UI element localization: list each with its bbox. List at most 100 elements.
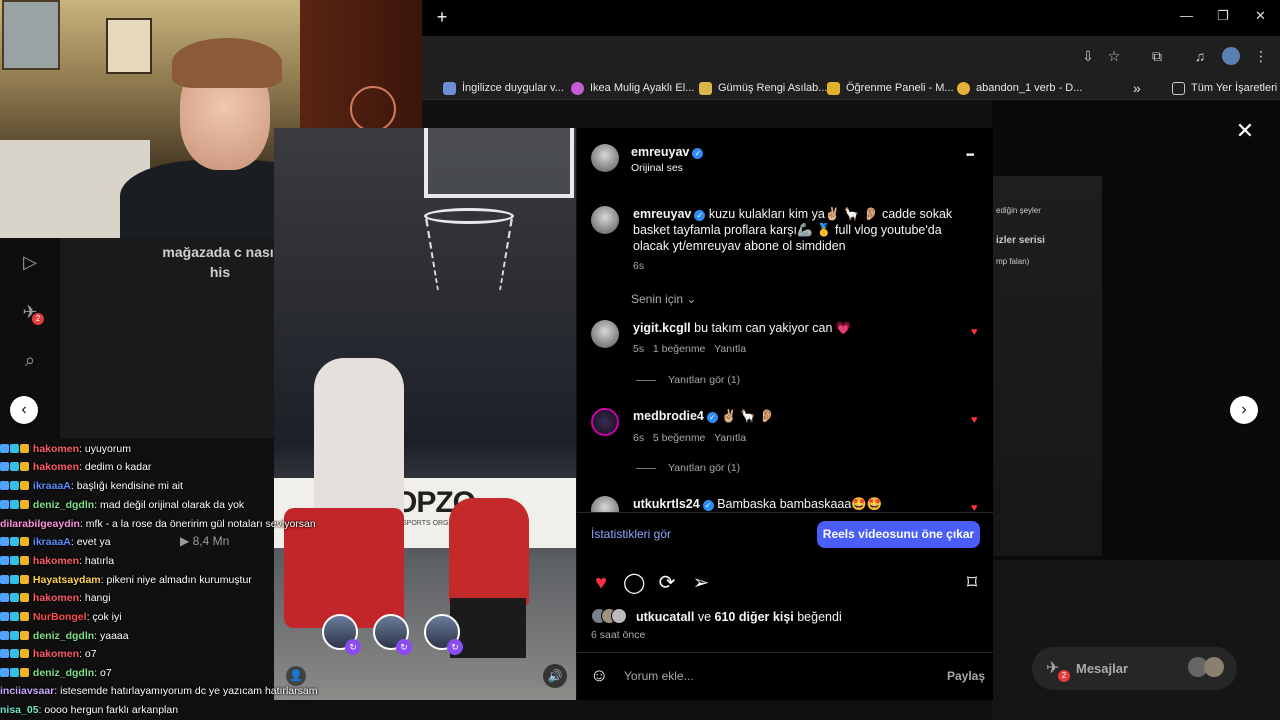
commenter-avatar[interactable] [591, 496, 619, 512]
author-name[interactable]: emreuyav ✓ [631, 144, 704, 160]
comment-sort-dropdown[interactable]: Senin için ⌄ [631, 292, 696, 306]
commenter-avatar[interactable] [591, 320, 619, 348]
chat-username[interactable]: ikraaaA [33, 480, 71, 492]
chat-message: hakomen: o7 [0, 645, 97, 663]
chat-badge-icon [10, 537, 19, 546]
extensions-icon[interactable]: ⧉ [1148, 47, 1166, 65]
previous-reel-button[interactable]: ‹ [10, 396, 38, 424]
share-send-icon[interactable]: ➢ [690, 572, 712, 594]
chat-username[interactable]: deniz_dgdln [33, 499, 94, 511]
bookmark-item[interactable]: Gümüş Rengi Asılab... [699, 80, 827, 96]
next-reel-button[interactable]: › [1230, 396, 1258, 424]
chat-message: dilarabilgeaydin: mfk - a la rose da öne… [0, 515, 316, 533]
restore-button[interactable]: ❐ [1217, 8, 1229, 24]
chat-badge-icon [0, 649, 9, 658]
sidebar-badge: 2 [32, 313, 44, 325]
all-bookmarks-button[interactable]: Tüm Yer İşaretleri [1172, 80, 1277, 96]
chat-username[interactable]: dilarabilgeaydin [0, 518, 80, 530]
emoji-picker-icon[interactable]: ☺ [590, 665, 610, 685]
folder-icon [1172, 81, 1185, 95]
chat-text: : dedim o kadar [79, 461, 152, 473]
bookmark-star-icon[interactable]: ☆ [1105, 47, 1123, 65]
chat-text: : oooo hergun farklı arkanplan [38, 704, 179, 716]
view-replies-button[interactable]: Yanıtları gör (1) [636, 462, 740, 474]
profile-avatar[interactable] [1222, 47, 1240, 65]
like-comment-icon[interactable]: ♥ [971, 414, 978, 426]
comment: utkukrtls24 ✓ Bambaska bambaskaaa🤩🤩 [633, 497, 883, 511]
chat-username[interactable]: ikraaaA [33, 536, 71, 548]
chat-badge-icon [20, 575, 29, 584]
chat-text: : istesemde hatırlayamıyorum dc ye yazıc… [54, 685, 318, 697]
chat-username[interactable]: deniz_dgdln [33, 667, 94, 679]
commenter-avatar[interactable] [591, 408, 619, 436]
comment-meta: 6s 5 beğenme Yanıtla [633, 432, 747, 444]
volume-icon[interactable]: 🔊 [543, 664, 567, 688]
chat-badge-icon [0, 612, 9, 621]
chat-username[interactable]: nisa_05 [0, 704, 39, 716]
like-heart-icon[interactable]: ♥ [590, 572, 612, 594]
chat-text: : çok iyi [86, 611, 122, 623]
boost-reel-button[interactable]: Reels videosunu öne çıkar [817, 521, 980, 548]
chat-username[interactable]: NurBongel [33, 611, 87, 623]
comment-input[interactable]: Yorum ekle... [624, 669, 694, 683]
save-bookmark-icon[interactable]: ⌑ [961, 572, 983, 594]
media-control-icon[interactable]: ♫ [1191, 47, 1209, 65]
menu-kebab-icon[interactable]: ⋮ [1252, 47, 1270, 65]
comment-bubble-icon[interactable]: ◯ [623, 572, 645, 594]
messages-badge: 2 [1058, 670, 1070, 682]
divider [577, 652, 993, 653]
chat-text: : pikeni niye almadın kurumuştur [100, 574, 252, 586]
background-reel-caption: mağazada c nasıl his [162, 244, 278, 280]
chat-username[interactable]: hakomen [33, 648, 79, 660]
view-replies-button[interactable]: Yanıtları gör (1) [636, 374, 740, 386]
author-avatar[interactable] [591, 144, 619, 172]
minimize-button[interactable]: — [1180, 8, 1193, 23]
bookmark-favicon-icon [571, 81, 584, 95]
repost-icon[interactable]: ⟳ [656, 572, 678, 594]
chat-message: Hayatsaydam: pikeni niye almadın kurumuş… [0, 571, 252, 589]
chat-username[interactable]: hakomen [33, 461, 79, 473]
like-comment-icon[interactable]: ♥ [971, 326, 978, 338]
chat-username[interactable]: inciiavsaar [0, 685, 54, 697]
caption-time: 6s [633, 260, 645, 272]
chevron-down-icon: ⌄ [686, 292, 697, 306]
chat-message: deniz_dgdln: mad değil orijinal olarak d… [0, 496, 244, 514]
bookmark-item[interactable]: Öğrenme Paneli - M... [827, 80, 954, 96]
bookmarks-more-button[interactable]: » [1133, 80, 1141, 96]
more-options-icon[interactable]: ••• [966, 150, 974, 161]
search-icon[interactable]: ⌕ [18, 348, 42, 372]
chat-message: ikraaaA: başlığı kendisine mi ait [0, 477, 183, 495]
audio-label[interactable]: Orijinal ses [631, 162, 683, 174]
liked-by[interactable]: utkucatall ve 610 diğer kişi beğendi [636, 609, 842, 625]
messages-label: Mesajlar [1076, 661, 1129, 676]
chat-badge-icon [0, 500, 9, 509]
chat-username[interactable]: hakomen [33, 592, 79, 604]
chat-message: inciiavsaar: istesemde hatırlayamıyorum … [0, 682, 317, 700]
chat-text: : evet ya [70, 536, 111, 548]
comment: yigit.kcgll bu takım can yakiyor can 💗 [633, 321, 852, 335]
background-text: ediğin şeyler [996, 206, 1041, 215]
chat-username[interactable]: hakomen [33, 555, 79, 567]
chat-username[interactable]: Hayatsaydam [33, 574, 101, 586]
close-window-button[interactable]: ✕ [1255, 8, 1266, 24]
post-comment-button[interactable]: Paylaş [947, 669, 985, 683]
install-app-icon[interactable]: ⇩ [1079, 47, 1097, 65]
new-tab-button[interactable]: + [432, 7, 452, 27]
background-text: izler serisi [996, 235, 1045, 246]
bookmark-item[interactable]: İngilizce duygular v... [443, 80, 564, 96]
like-comment-icon[interactable]: ♥ [971, 502, 978, 512]
close-icon[interactable]: ✕ [1234, 120, 1256, 142]
chat-badge-icon [10, 575, 19, 584]
reels-icon[interactable]: ▷ [18, 250, 42, 274]
chat-username[interactable]: deniz_dgdln [33, 630, 94, 642]
post-time: 6 saat önce [591, 629, 646, 641]
chat-username[interactable]: hakomen [33, 443, 79, 455]
bookmark-item[interactable]: Ikea Mulig Ayaklı El... [571, 80, 694, 96]
chat-badge-icon [10, 631, 19, 640]
bookmark-favicon-icon [699, 81, 712, 95]
insights-link[interactable]: İstatistikleri gör [591, 527, 671, 541]
bookmark-favicon-icon [443, 81, 456, 95]
bookmark-item[interactable]: abandon_1 verb - D... [957, 80, 1082, 96]
streamer-hair [172, 38, 282, 88]
caption-avatar[interactable] [591, 206, 619, 234]
